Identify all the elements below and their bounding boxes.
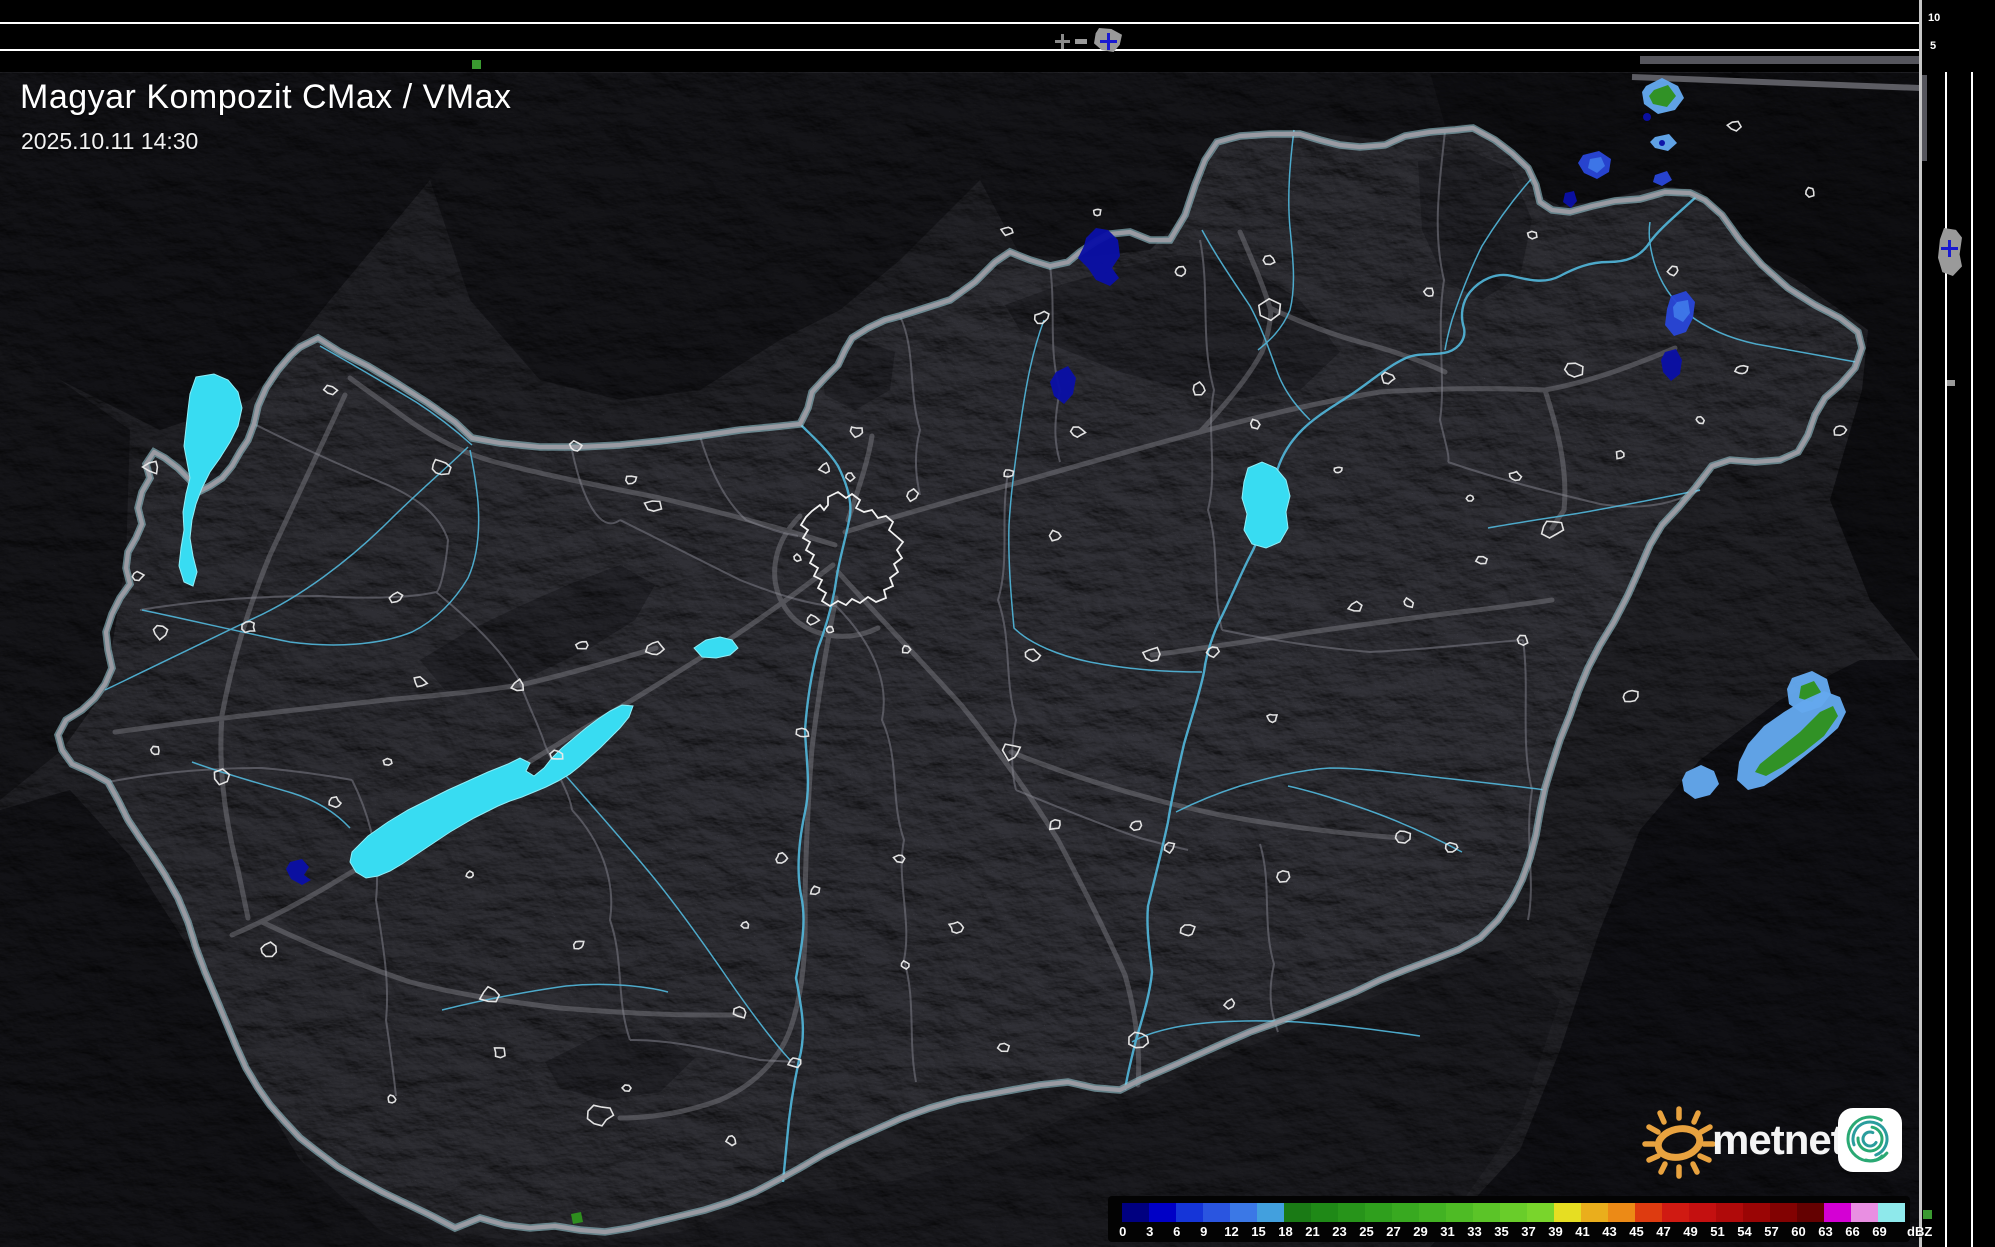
colorbar-tick: 41 [1575,1224,1590,1239]
colorbar-tick: 60 [1791,1224,1806,1239]
colorbar-segment [1743,1203,1770,1222]
colorbar-segment [1770,1203,1797,1222]
logo-text: metnet [1712,1116,1845,1163]
top-panel-label-5: 5 [1930,40,1937,52]
colorbar-segment [1554,1203,1581,1222]
colorbar-tick: 54 [1737,1224,1752,1239]
colorbar-tick: 66 [1845,1224,1860,1239]
metnet-logo[interactable]: metnet [1640,1103,1910,1181]
colorbar-tick: 23 [1332,1224,1347,1239]
colorbar-tick: 39 [1548,1224,1563,1239]
colorbar-tick: 25 [1359,1224,1374,1239]
top-panel-10km-line [0,22,1920,24]
colorbar-segment [1635,1203,1662,1222]
colorbar-segment [1419,1203,1446,1222]
colorbar-segment [1203,1203,1230,1222]
colorbar-tick: 33 [1467,1224,1482,1239]
colorbar-tick: 37 [1521,1224,1536,1239]
colorbar-segment [1473,1203,1500,1222]
colorbar-tick: 3 [1146,1224,1154,1239]
right-panel-10km-line [1971,72,1973,1247]
radar-echo [1659,140,1665,146]
colorbar-segment [1851,1203,1878,1222]
page-title: Magyar Kompozit CMax / VMax [20,78,512,116]
colorbar-segment [1878,1203,1905,1222]
colorbar-segment [1527,1203,1554,1222]
spiral-icon [1846,1115,1894,1163]
colorbar-unit: dBZ [1907,1224,1933,1239]
colorbar-segment [1608,1203,1635,1222]
colorbar-segment [1257,1203,1284,1222]
colorbar-ticks: 0 3 6 9 12 15 18 21 23 25 27 29 31 33 35 37 39 41 43 45 47 49… [1119,1222,1932,1240]
right-profile-panel: 5 10 [1922,0,1995,1247]
radar-echo [571,1212,583,1224]
colorbar-segment [1122,1203,1149,1222]
colorbar-segment [1149,1203,1176,1222]
colorbar-tick: 57 [1764,1224,1779,1239]
colorbar-segment [1797,1203,1824,1222]
colorbar-segment [1689,1203,1716,1222]
colorbar-segments [1122,1203,1905,1222]
colorbar-segment [1284,1203,1311,1222]
colorbar-segment [1446,1203,1473,1222]
colorbar-segment [1716,1203,1743,1222]
colorbar-tick: 63 [1818,1224,1833,1239]
echo-height-marker-dash [1075,39,1087,44]
radar-echo [1643,113,1651,121]
colorbar-segment [1662,1203,1689,1222]
echo-profile-green [472,60,481,69]
top-panel-label-10: 10 [1928,12,1941,24]
colorbar-tick: 43 [1602,1224,1617,1239]
colorbar-segment [1338,1203,1365,1222]
dbz-colorbar: 0 3 6 9 12 15 18 21 23 25 27 29 31 33 35 37 39 41 43 45 47 49… [1108,1196,1932,1242]
echo-profile-green-right [1923,1210,1932,1219]
panel-separator [1919,0,1922,1247]
colorbar-tick: 18 [1278,1224,1293,1239]
colorbar-tick: 51 [1710,1224,1725,1239]
domain-edge-strip-top [1640,56,1920,64]
map-canvas[interactable] [0,0,1920,1247]
colorbar-segment [1230,1203,1257,1222]
colorbar-tick: 69 [1872,1224,1887,1239]
colorbar-tick: 31 [1440,1224,1455,1239]
colorbar-tick: 29 [1413,1224,1428,1239]
colorbar-tick: 9 [1200,1224,1208,1239]
colorbar-segment [1176,1203,1203,1222]
colorbar-segment [1392,1203,1419,1222]
vmax-marker-blue-cross [1100,33,1117,50]
spiral-badge [1838,1108,1902,1172]
radar-app: 10 5 5 10 Magyar Kompozit CMax / VMax 20… [0,0,1995,1247]
colorbar-segment [1365,1203,1392,1222]
vmax-marker-blue-cross-right [1941,240,1958,257]
colorbar-tick: 47 [1656,1224,1671,1239]
timestamp: 2025.10.11 14:30 [21,128,199,154]
echo-profile-dot [1947,380,1955,386]
sun-icon [1642,1106,1716,1179]
colorbar-segment [1311,1203,1338,1222]
colorbar-tick: 6 [1173,1224,1181,1239]
colorbar-tick: 0 [1119,1224,1127,1239]
colorbar-tick: 35 [1494,1224,1509,1239]
colorbar-segment [1824,1203,1851,1222]
colorbar-segment [1500,1203,1527,1222]
colorbar-tick: 27 [1386,1224,1401,1239]
grain-texture [0,0,1920,1247]
echo-height-marker-cross [1055,34,1070,49]
colorbar-segment [1581,1203,1608,1222]
colorbar-tick: 49 [1683,1224,1698,1239]
top-profile-panel: 10 5 [0,0,1995,72]
domain-edge-strip-right [1922,75,1927,161]
top-panel-5km-line [0,49,1920,51]
colorbar-tick: 21 [1305,1224,1320,1239]
colorbar-tick: 12 [1224,1224,1239,1239]
colorbar-tick: 15 [1251,1224,1266,1239]
colorbar-tick: 45 [1629,1224,1644,1239]
